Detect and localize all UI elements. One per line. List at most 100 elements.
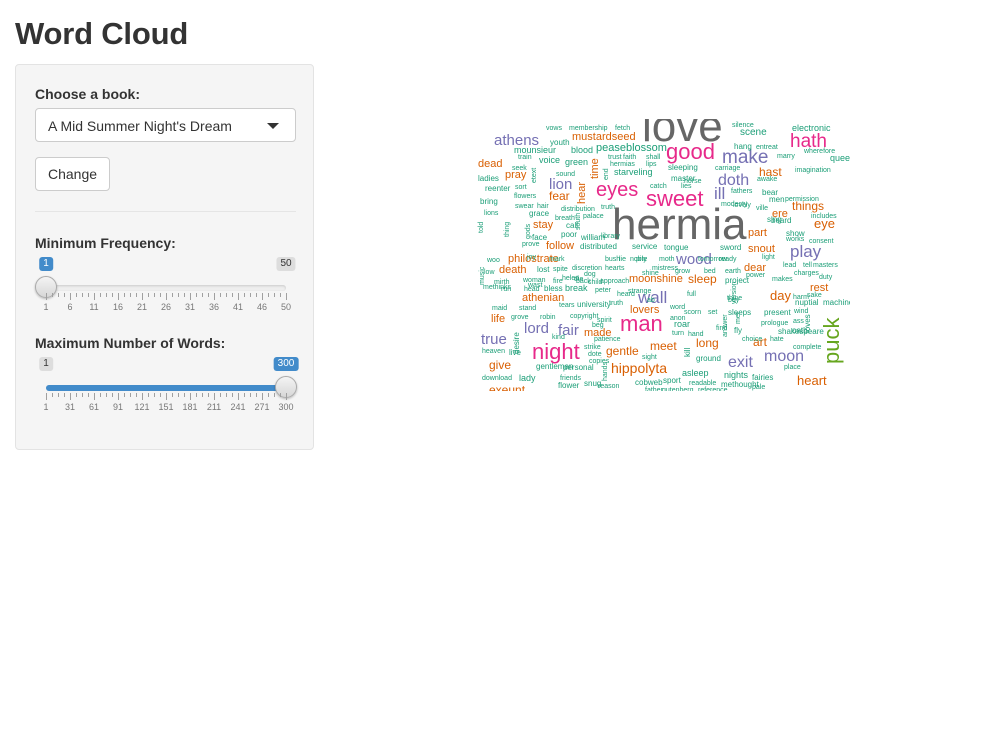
min-frequency-slider[interactable]: 1 50 1 16111621263136414650 — [35, 257, 297, 317]
book-select[interactable]: A Mid Summer Night's Dream — [35, 108, 296, 142]
slider-tick-label: 211 — [206, 402, 222, 412]
cloud-word: horse — [684, 178, 702, 185]
slider-tick — [238, 393, 239, 400]
cloud-word: membership — [569, 125, 608, 132]
slider-track[interactable] — [46, 285, 286, 291]
slider-tick — [244, 393, 245, 397]
slider-tick — [142, 293, 143, 300]
cloud-word: bear — [762, 188, 778, 197]
slider-tick-label: 31 — [64, 402, 76, 412]
cloud-word: give — [489, 358, 511, 372]
cloud-word: lips — [646, 161, 657, 168]
cloud-word: desire — [512, 332, 521, 354]
slider-tick — [112, 293, 113, 297]
cloud-word: university — [577, 300, 611, 309]
cloud-word: robin — [540, 314, 556, 321]
cloud-word: poor — [561, 230, 577, 239]
cloud-word: gentle — [606, 344, 639, 358]
slider-tick-label: 271 — [254, 402, 270, 412]
slider-tick — [112, 393, 113, 397]
slider-tick-label: 1 — [43, 402, 49, 412]
cloud-word: hand — [688, 331, 704, 338]
cloud-word: bring — [480, 197, 498, 206]
slider-tick — [160, 393, 161, 397]
max-words-slider[interactable]: 1 300 300 1 31 61 91 121 151 181 211 241 271 300 — [35, 357, 299, 417]
cloud-word: hippolyta — [611, 360, 667, 376]
slider-tick — [106, 293, 107, 297]
cloud-word: electronic — [792, 123, 831, 133]
cloud-word: faith — [623, 154, 636, 161]
slider-tick — [274, 293, 275, 297]
cloud-word: wherefore — [803, 148, 835, 155]
cloud-word: pale — [752, 384, 765, 391]
cloud-word: spite — [553, 266, 568, 273]
book-select-label: Choose a book: — [35, 86, 141, 102]
slider-tick — [58, 293, 59, 297]
cloud-word: starveling — [614, 167, 653, 177]
cloud-word: beard — [771, 216, 791, 225]
slider-tick-label: 11 — [89, 302, 99, 312]
cloud-word: south — [575, 213, 582, 230]
cloud-word: reason — [598, 383, 620, 390]
slider-tick-label: 46 — [256, 302, 268, 312]
cloud-word: long — [696, 336, 719, 350]
slider-tick — [160, 293, 161, 297]
slider-tick — [256, 293, 257, 297]
cloud-word: hermias — [610, 161, 635, 168]
cloud-word: etext — [531, 168, 538, 183]
cloud-word: heart — [797, 373, 827, 388]
slider-tick — [130, 393, 131, 397]
slider-tick-label: 21 — [136, 302, 148, 312]
cloud-word: place — [784, 364, 801, 371]
slider-max-tag: 50 — [276, 257, 296, 271]
cloud-word: charges — [794, 270, 819, 277]
slider-tick-label: 36 — [208, 302, 220, 312]
cloud-word: present — [764, 308, 791, 317]
cloud-word: part — [748, 227, 767, 239]
cloud-word: includes — [811, 213, 837, 220]
cloud-word: ville — [756, 205, 768, 212]
cloud-word: fear — [549, 189, 570, 203]
slider-tick — [136, 393, 137, 397]
slider-tick-label: 241 — [230, 402, 246, 412]
slider-tick — [70, 293, 71, 300]
slider-tick — [196, 293, 197, 297]
change-button[interactable]: Change — [35, 157, 110, 191]
slider-tick — [46, 293, 47, 300]
cloud-word: distribution — [561, 206, 595, 213]
cloud-word: approach — [600, 278, 629, 285]
cloud-word: heaven — [482, 348, 505, 355]
cloud-word: complete — [793, 344, 822, 351]
slider-tick — [76, 393, 77, 397]
cloud-word: grove — [511, 314, 529, 321]
cloud-word: bed — [704, 268, 716, 275]
slider-tick-label: 181 — [182, 402, 198, 412]
slider-tick — [124, 293, 125, 297]
slider-tick — [106, 393, 107, 397]
slider-tick — [280, 293, 281, 297]
word-cloud-svg: lovehermiagoodsweeteyesmannight puckhathm… — [478, 119, 850, 391]
cloud-word: stand — [519, 305, 536, 312]
cloud-word: peaseblossom — [596, 142, 667, 154]
cloud-word: makes — [772, 276, 793, 283]
slider-tick — [166, 393, 167, 400]
max-words-label: Maximum Number of Words: — [35, 335, 226, 351]
slider-tick — [82, 293, 83, 297]
cloud-word: word — [669, 304, 685, 311]
slider-tick — [244, 293, 245, 297]
cloud-word: choice — [742, 336, 762, 343]
slider-min-tag: 1 — [39, 357, 53, 371]
cloud-word: beg — [592, 322, 604, 329]
cloud-word: reenter — [485, 184, 511, 193]
cloud-word: asleep — [682, 368, 709, 378]
slider-tick — [274, 393, 275, 397]
slider-tick — [286, 293, 287, 300]
cloud-word: day — [770, 288, 791, 303]
cloud-word: silence — [732, 122, 754, 129]
cloud-word: light — [762, 254, 775, 261]
cloud-word: consent — [809, 238, 834, 245]
cloud-word: fly — [734, 326, 742, 335]
slider-tick — [220, 393, 221, 397]
slider-tick — [262, 293, 263, 300]
cloud-word: gutenberg — [662, 387, 694, 391]
